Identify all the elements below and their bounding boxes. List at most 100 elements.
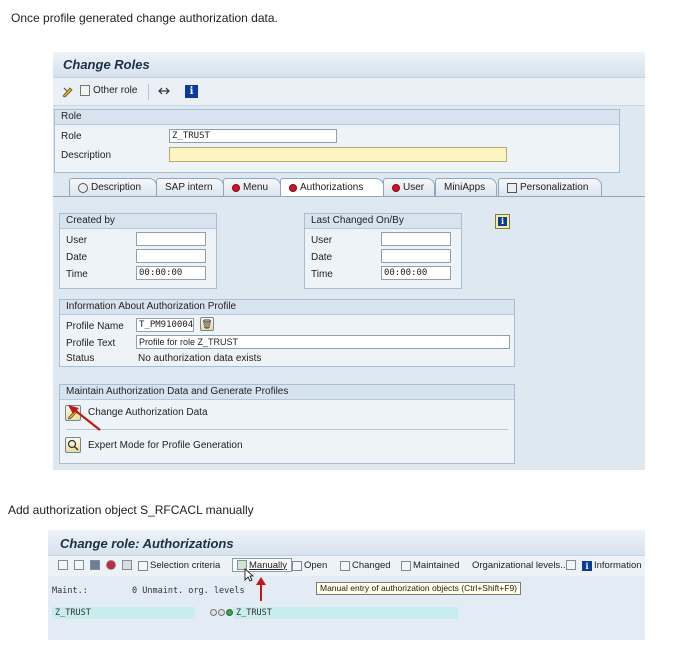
changed-user-field[interactable]	[381, 232, 451, 246]
tab-miniapps-label: MiniApps	[444, 181, 486, 193]
role-row-right[interactable]: Z_TRUST	[233, 607, 458, 619]
created-time-field[interactable]: 00:00:00	[136, 266, 206, 280]
changed-icon	[340, 560, 350, 571]
changed-label: Changed	[352, 560, 391, 571]
doc-icon	[78, 182, 88, 193]
tab-authorizations-label: Authorizations	[300, 181, 364, 193]
toolbar: Selection criteria Manually Open Changed…	[48, 556, 645, 576]
role-label: Role	[61, 131, 82, 142]
role-row-left-text: Z_TRUST	[55, 608, 91, 618]
tab-menu[interactable]: Menu	[223, 178, 281, 196]
pointer-arrow	[256, 577, 266, 601]
title-bar: Change role: Authorizations	[48, 530, 645, 556]
profile-info-group: Information About Authorization Profile …	[59, 299, 515, 367]
other-role-button[interactable]: Other role	[80, 85, 137, 96]
info-button[interactable]: i	[495, 214, 510, 229]
copy-icon	[80, 85, 90, 96]
profile-name-field[interactable]: T_PM910004	[136, 318, 194, 332]
expert-mode-label[interactable]: Expert Mode for Profile Generation	[88, 440, 243, 451]
screen-title: Change role: Authorizations	[60, 536, 234, 551]
information-icon[interactable]: i	[185, 85, 198, 98]
tab-authorizations[interactable]: Authorizations	[280, 178, 384, 196]
tab-sap-intern[interactable]: SAP intern	[156, 178, 224, 196]
status-lights-icon	[210, 609, 233, 616]
profile-text-label: Profile Text	[66, 338, 116, 349]
tab-strip: Description SAP intern Menu Authorizatio…	[61, 178, 645, 196]
personalization-icon	[507, 182, 517, 193]
delete-profile-icon[interactable]: 🗑	[200, 317, 214, 331]
created-date-label: Date	[66, 252, 88, 263]
role-group-header: Role	[55, 110, 619, 125]
role-group: Role Role Z_TRUST Description	[54, 109, 620, 173]
tab-user[interactable]: User	[383, 178, 435, 196]
authorizations-pane: Created by User Date Time 00:00:00 Last …	[53, 196, 645, 470]
information-button[interactable]: i Information	[582, 560, 642, 571]
transport-icon[interactable]	[157, 85, 171, 98]
display-change-icon[interactable]	[61, 85, 74, 98]
maintain-group: Maintain Authorization Data and Generate…	[59, 384, 515, 464]
changed-date-field[interactable]	[381, 249, 451, 263]
changed-user-label: User	[311, 235, 333, 246]
profile-name-label: Profile Name	[66, 321, 124, 332]
profile-info-header: Information About Authorization Profile	[60, 300, 514, 315]
profile-text-field[interactable]: Profile for role Z_TRUST	[136, 335, 510, 349]
red-status-icon	[392, 183, 400, 192]
manually-tooltip: Manual entry of authorization objects (C…	[316, 582, 522, 595]
tab-sap-intern-label: SAP intern	[165, 181, 213, 193]
tab-personalization-label: Personalization	[520, 181, 589, 193]
other-role-label: Other role	[93, 85, 138, 96]
org-levels-button[interactable]: Organizational levels...	[472, 560, 568, 571]
created-user-field[interactable]	[136, 232, 206, 246]
selection-criteria-button[interactable]: Selection criteria	[138, 560, 220, 571]
expert-mode-button[interactable]	[65, 437, 81, 453]
information-icon: i	[582, 560, 592, 571]
maintained-icon	[401, 560, 411, 571]
changed-button[interactable]: Changed	[340, 560, 391, 571]
open-label: Open	[304, 560, 328, 571]
changed-time-field[interactable]: 00:00:00	[381, 266, 451, 280]
tab-description[interactable]: Description	[69, 178, 157, 196]
description-label: Description	[61, 150, 112, 161]
selection-icon	[138, 560, 148, 571]
tab-menu-label: Menu	[243, 181, 269, 193]
maintain-header: Maintain Authorization Data and Generate…	[60, 385, 514, 400]
maintained-button[interactable]: Maintained	[401, 560, 459, 571]
information-label: Information	[594, 560, 642, 571]
tab-personalization[interactable]: Personalization	[498, 178, 602, 196]
maintained-label: Maintained	[413, 560, 460, 571]
role-row-left[interactable]: Z_TRUST	[52, 607, 195, 619]
change-roles-screen: Change Roles Other role i Role Role Z_TR…	[53, 52, 645, 470]
information-icon: i	[498, 217, 507, 226]
created-date-field[interactable]	[136, 249, 206, 263]
org-levels-label: Organizational levels...	[472, 560, 569, 571]
status-label: Status	[66, 353, 95, 364]
tab-miniapps[interactable]: MiniApps	[435, 178, 497, 196]
red-status-icon	[232, 183, 240, 192]
grid-icon[interactable]	[566, 560, 576, 570]
stop-icon[interactable]	[106, 560, 116, 570]
open-icon	[292, 560, 302, 571]
expand-icon[interactable]	[58, 560, 68, 570]
description-field[interactable]	[169, 147, 507, 162]
tab-description-label: Description	[91, 181, 142, 193]
tab-user-label: User	[403, 181, 425, 193]
selection-criteria-label: Selection criteria	[150, 560, 221, 571]
collapse-icon[interactable]	[74, 560, 84, 570]
last-changed-header: Last Changed On/By	[305, 214, 461, 229]
magnifier-icon	[67, 439, 79, 451]
mouse-cursor-icon	[244, 568, 254, 582]
change-role-authorizations-screen: Change role: Authorizations Selection cr…	[48, 530, 645, 640]
maint-label: Maint.:	[52, 586, 88, 596]
open-button[interactable]: Open	[292, 560, 327, 571]
created-time-label: Time	[66, 269, 88, 280]
save-icon[interactable]	[90, 560, 100, 570]
created-by-group: Created by User Date Time 00:00:00	[59, 213, 217, 289]
toolbar-divider	[148, 84, 149, 100]
changed-date-label: Date	[311, 252, 333, 263]
delete-icon[interactable]	[122, 560, 132, 570]
caption-add-object: Add authorization object S_RFCACL manual…	[8, 503, 254, 517]
manually-label: Manually	[249, 559, 288, 571]
role-field[interactable]: Z_TRUST	[169, 129, 337, 143]
manually-button[interactable]: Manually	[232, 558, 293, 572]
pointer-arrow	[68, 405, 101, 431]
